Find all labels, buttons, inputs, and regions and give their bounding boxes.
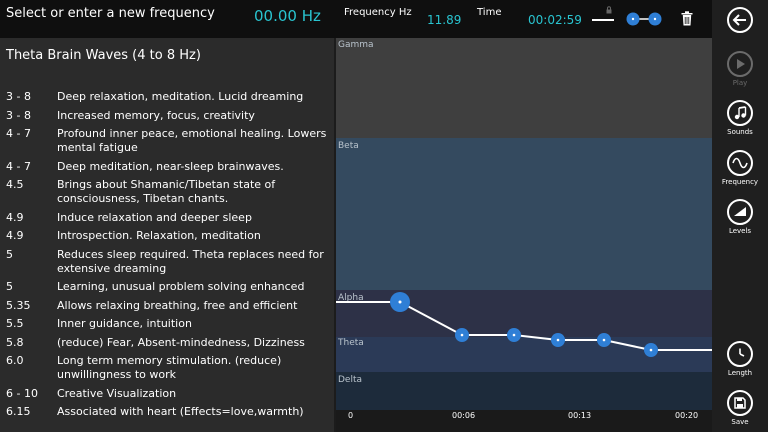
frequency-range: 4.9 bbox=[6, 210, 24, 224]
band-label-theta: Theta bbox=[337, 338, 364, 348]
frequency-range: 5.35 bbox=[6, 298, 31, 312]
band-label-delta: Delta bbox=[338, 375, 362, 385]
clock-icon bbox=[727, 341, 753, 367]
x-tick: 0 bbox=[348, 411, 354, 420]
band-label-gamma: Gamma bbox=[338, 40, 374, 50]
frequency-range: 3 - 8 bbox=[6, 90, 31, 103]
frequency-range: 6.15 bbox=[6, 405, 31, 418]
frequency-effect: Inner guidance, intuition bbox=[57, 317, 192, 330]
sounds-button[interactable]: Sounds bbox=[712, 100, 768, 136]
sounds-label: Sounds bbox=[727, 128, 753, 136]
length-label: Length bbox=[727, 369, 753, 377]
trash-icon[interactable] bbox=[681, 11, 693, 26]
play-icon bbox=[727, 51, 753, 77]
levels-button[interactable]: Levels bbox=[712, 199, 768, 235]
list-item: 3 - 8 Deep relaxation, meditation. Lucid … bbox=[6, 90, 332, 104]
list-item: 6.0 Long term memory stimulation. (reduce… bbox=[6, 354, 332, 382]
save-button[interactable]: Save bbox=[712, 390, 768, 426]
levels-label: Levels bbox=[728, 227, 752, 235]
frequency-range: 5.5 bbox=[6, 317, 24, 330]
frequency-list: 3 - 8 Deep relaxation, meditation. Lucid … bbox=[6, 90, 332, 424]
band-gamma bbox=[336, 38, 712, 138]
frequency-effect: Reduces sleep required. Theta replaces n… bbox=[57, 247, 324, 275]
back-button[interactable] bbox=[712, 7, 768, 33]
frequency-range: 6.0 bbox=[6, 354, 24, 367]
list-item: 4.5 Brings about Shamanic/Tibetan state o… bbox=[6, 178, 332, 206]
frequency-chart[interactable]: Gamma Beta Alpha Theta Delta bbox=[336, 38, 712, 410]
frequency-prompt: Select or enter a new frequency bbox=[6, 6, 215, 21]
list-item: 5.8 (reduce) Fear, Absent-mindedness, Diz… bbox=[6, 336, 332, 350]
time-axis: 0 00:06 00:13 00:20 bbox=[336, 410, 712, 432]
link-points-toggle[interactable] bbox=[626, 12, 662, 26]
current-frequency-value: 11.89 bbox=[427, 13, 462, 27]
save-icon bbox=[727, 390, 753, 416]
frequency-effect: Learning, unusual problem solving enhanc… bbox=[57, 280, 305, 293]
list-item: 3 - 8 Increased memory, focus, creativity bbox=[6, 109, 332, 123]
time-label: Time bbox=[477, 7, 502, 18]
levels-icon bbox=[727, 199, 753, 225]
list-item: 5.35 Allows relaxing breathing, free and … bbox=[6, 299, 332, 313]
frequency-range: 4.5 bbox=[6, 178, 24, 191]
list-item: 5 Reduces sleep required. Theta replaces … bbox=[6, 248, 332, 276]
frequency-effect: Profound inner peace, emotional healing.… bbox=[57, 127, 327, 154]
frequency-range: 5 bbox=[6, 280, 13, 293]
frequency-range: 4 - 7 bbox=[6, 127, 31, 140]
frequency-button[interactable]: Frequency bbox=[712, 150, 768, 186]
length-button[interactable]: Length bbox=[712, 341, 768, 377]
list-item: 4.9 Introspection. Relaxation, meditation bbox=[6, 229, 332, 243]
frequency-hz-label: Frequency Hz bbox=[344, 7, 412, 18]
list-item: 6 - 10 Creative Visualization bbox=[6, 387, 332, 401]
frequency-range: 3 - 8 bbox=[6, 108, 31, 122]
frequency-effect: Brings about Shamanic/Tibetan state of c… bbox=[57, 178, 276, 205]
frequency-range: 5.8 bbox=[6, 335, 24, 349]
list-item: 5 Learning, unusual problem solving enhan… bbox=[6, 280, 332, 294]
play-button[interactable]: Play bbox=[712, 51, 768, 87]
frequency-effect: Creative Visualization bbox=[57, 386, 177, 400]
frequency-label: Frequency bbox=[721, 178, 759, 186]
frequency-effect: (reduce) Fear, Absent-mindedness, Dizzin… bbox=[57, 335, 305, 349]
frequency-effect: Increased memory, focus, creativity bbox=[57, 108, 255, 122]
app-bar: Play Sounds Frequency Levels Length Save bbox=[712, 0, 768, 432]
band-label-beta: Beta bbox=[338, 141, 359, 151]
sine-wave-icon bbox=[727, 150, 753, 176]
list-item: 4 - 7 Profound inner peace, emotional hea… bbox=[6, 127, 332, 155]
current-time-value: 00:02:59 bbox=[528, 13, 582, 27]
x-tick: 00:06 bbox=[452, 411, 476, 420]
list-item: 4.9 Induce relaxation and deeper sleep bbox=[6, 211, 332, 225]
frequency-range: 4.9 bbox=[6, 229, 24, 242]
band-beta bbox=[336, 138, 712, 290]
band-delta bbox=[336, 372, 712, 410]
frequency-effect: Deep relaxation, meditation. Lucid dream… bbox=[57, 90, 304, 103]
frequency-effect: Allows relaxing breathing, free and effi… bbox=[57, 298, 298, 312]
lock-icon bbox=[606, 6, 612, 14]
save-label: Save bbox=[731, 418, 749, 426]
frequency-description-panel: Theta Brain Waves (4 to 8 Hz) 3 - 8 Deep … bbox=[0, 38, 334, 432]
frequency-effect: Associated with heart (Effects=love,warm… bbox=[57, 405, 304, 418]
frequency-effect: Induce relaxation and deeper sleep bbox=[57, 210, 252, 224]
x-tick: 00:20 bbox=[675, 411, 699, 420]
frequency-range: 6 - 10 bbox=[6, 386, 38, 400]
play-label: Play bbox=[732, 79, 748, 87]
list-item: 5.5 Inner guidance, intuition bbox=[6, 317, 332, 331]
top-bar: Select or enter a new frequency 00.00 Hz… bbox=[0, 0, 712, 38]
frequency-effect: Introspection. Relaxation, meditation bbox=[57, 229, 261, 242]
frequency-range: 5 bbox=[6, 247, 13, 261]
x-tick: 00:13 bbox=[568, 411, 592, 420]
back-arrow-icon bbox=[727, 7, 753, 33]
frequency-range: 4 - 7 bbox=[6, 159, 31, 173]
volume-slider[interactable] bbox=[592, 19, 614, 21]
frequency-input-display[interactable]: 00.00 Hz bbox=[254, 7, 321, 25]
list-item: 4 - 7 Deep meditation, near-sleep brainwa… bbox=[6, 160, 332, 174]
frequency-effect: Deep meditation, near-sleep brainwaves. bbox=[57, 159, 284, 173]
frequency-effect: Long term memory stimulation. (reduce) u… bbox=[57, 354, 282, 381]
music-note-icon bbox=[727, 100, 753, 126]
list-item: 6.15 Associated with heart (Effects=love,… bbox=[6, 405, 332, 419]
panel-title: Theta Brain Waves (4 to 8 Hz) bbox=[6, 48, 201, 63]
